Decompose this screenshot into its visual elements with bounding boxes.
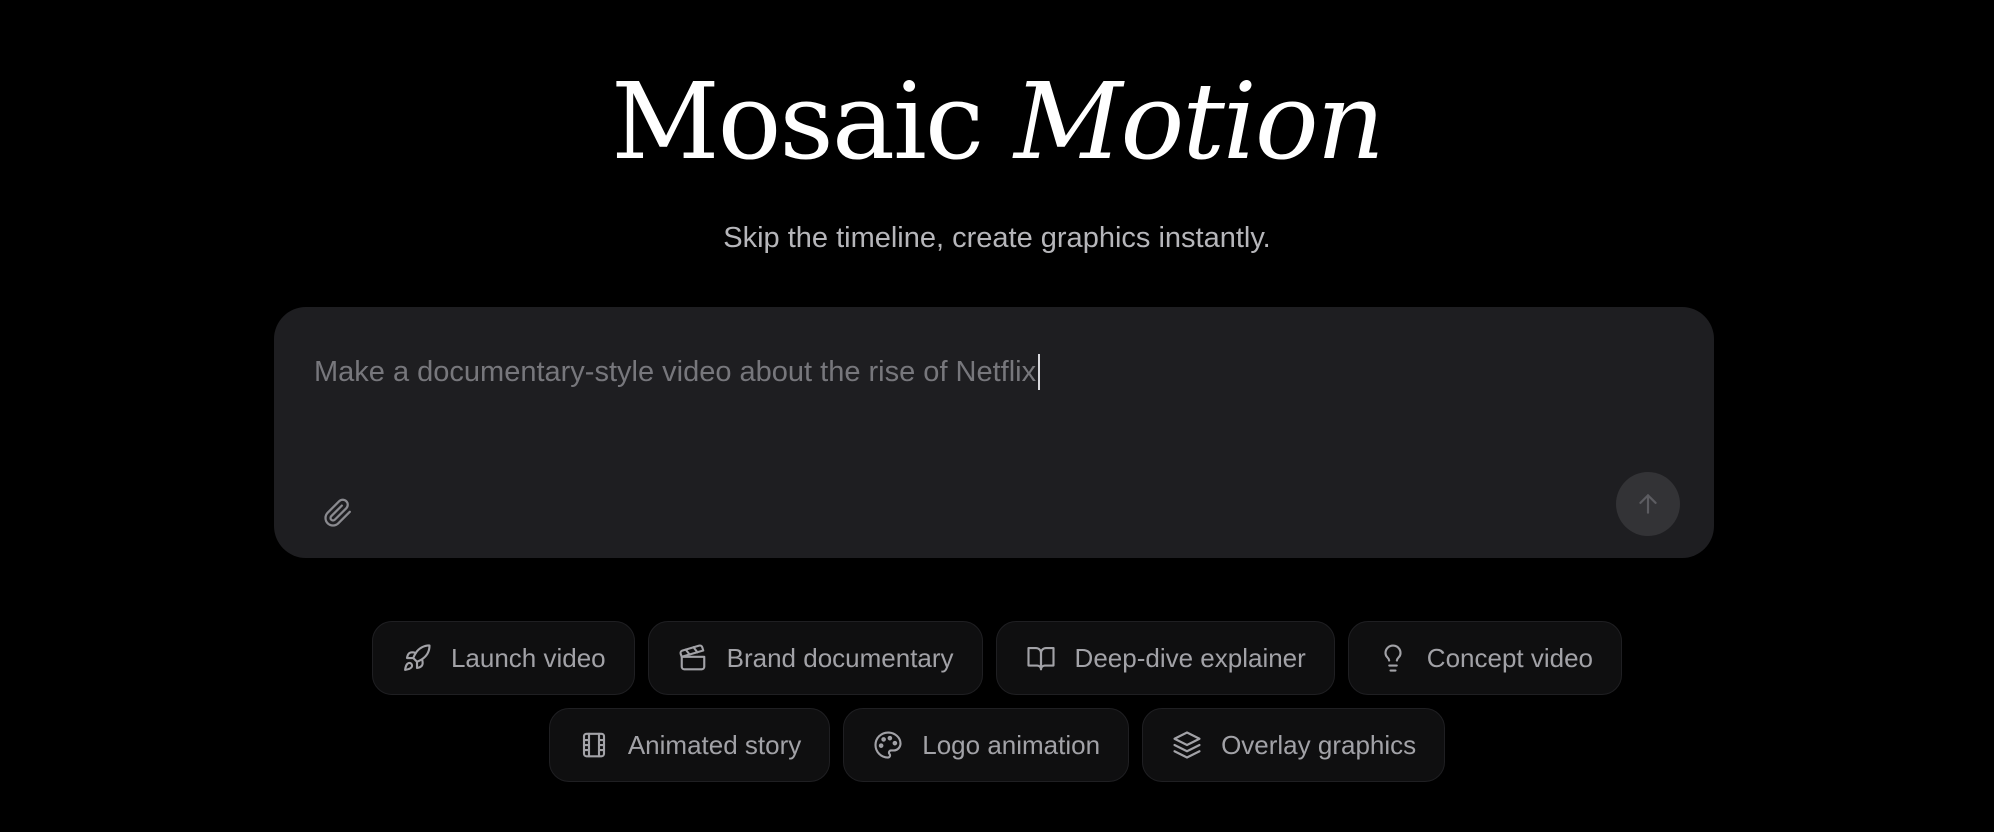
title-main: Mosaic [611,60,984,183]
paperclip-icon [324,498,351,527]
text-caret [1038,354,1041,390]
title-italic: Motion [1013,60,1385,183]
chip-brand-documentary[interactable]: Brand documentary [647,621,983,695]
rocket-icon [404,644,431,671]
chip-label: Logo animation [922,730,1101,760]
lightbulb-icon [1384,644,1402,672]
clapperboard-icon [679,644,705,671]
chip-launch-video[interactable]: Launch video [371,621,635,695]
prompt-box: Make a documentary-style video about the… [274,307,1714,558]
chip-label: Brand documentary [726,643,954,673]
chip-label: Deep-dive explainer [1074,643,1306,673]
chip-overlay-graphics[interactable]: Overlay graphics [1142,708,1446,782]
chip-label: Launch video [450,643,606,673]
layers-icon [1173,731,1201,759]
chip-logo-animation[interactable]: Logo animation [843,708,1130,782]
attach-button[interactable] [316,491,360,535]
arrow-up-icon [1639,494,1657,514]
chip-deep-dive-explainer[interactable]: Deep-dive explainer [995,621,1335,695]
prompt-text: Make a documentary-style video about the… [314,356,1037,388]
film-icon [582,732,605,758]
chip-row-1: Launch video Brand documentary Deep-dive… [0,621,1994,695]
chip-animated-story[interactable]: Animated story [548,708,831,782]
prompt-input[interactable]: Make a documentary-style video about the… [314,349,1674,395]
send-button[interactable] [1616,472,1680,536]
chip-label: Animated story [627,730,802,760]
chip-label: Concept video [1426,643,1594,673]
palette-icon [874,731,902,759]
suggestion-chips: Launch video Brand documentary Deep-dive… [0,621,1994,795]
chip-row-2: Animated story Logo animation Overlay gr… [0,708,1994,782]
chip-concept-video[interactable]: Concept video [1347,621,1623,695]
page-title: Mosaic Motion [0,58,1994,186]
open-book-icon [1026,646,1055,671]
page-subtitle: Skip the timeline, create graphics insta… [723,222,1271,254]
chip-label: Overlay graphics [1221,730,1417,760]
